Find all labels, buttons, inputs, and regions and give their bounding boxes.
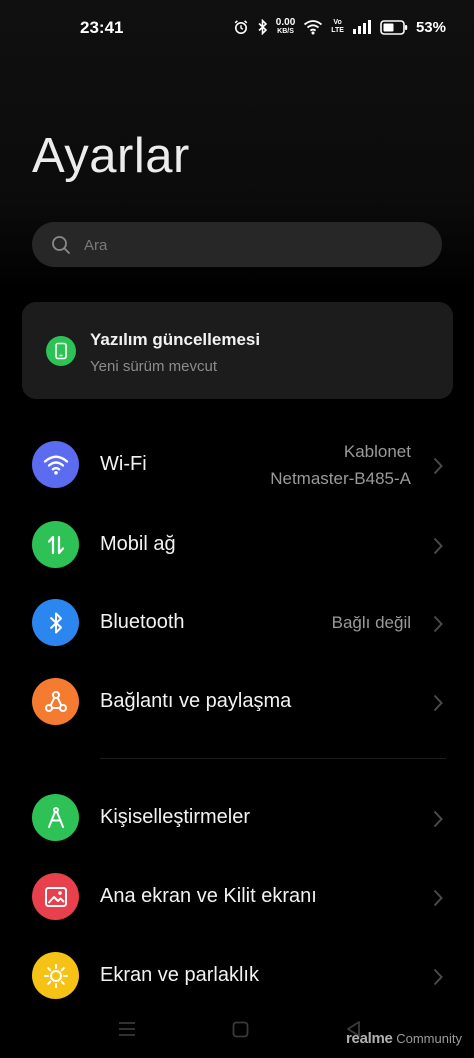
settings-item-label: Bluetooth <box>100 611 185 633</box>
volte-indicator: Vo LTE <box>331 19 344 35</box>
chevron-right-icon <box>433 810 443 828</box>
status-icons: 0.00 KB/S Vo LTE 53% <box>233 15 446 39</box>
settings-item-label: Bağlantı ve paylaşma <box>100 690 292 712</box>
status-bar: 23:41 0.00 KB/S Vo LTE 53% <box>0 0 474 56</box>
status-time: 23:41 <box>80 18 124 37</box>
settings-item-label: Ekran ve parlaklık <box>100 964 259 986</box>
bluetooth-icon <box>32 599 79 646</box>
battery-icon <box>380 19 408 35</box>
chevron-right-icon <box>433 615 443 633</box>
net-speed-value: 0.00 <box>275 17 296 28</box>
watermark-brand: realme <box>346 1030 393 1047</box>
chevron-right-icon <box>433 694 443 712</box>
settings-item-connection-sharing[interactable]: Bağlantı ve paylaşma <box>0 672 474 732</box>
personalization-icon <box>32 794 79 841</box>
settings-item-label: Wi-Fi <box>100 453 147 475</box>
settings-item-wifi[interactable]: Wi-Fi Kablonet Netmaster-B485-A <box>0 435 474 495</box>
battery-percent: 53% <box>415 18 446 36</box>
volte-top-label: Vo <box>333 19 342 26</box>
home-nav-icon[interactable] <box>232 1021 249 1038</box>
settings-item-home-lock-screen[interactable]: Ana ekran ve Kilit ekranı <box>0 867 474 927</box>
settings-item-personalization[interactable]: Kişiselleştirmeler <box>0 788 474 848</box>
chevron-right-icon <box>433 537 443 555</box>
software-update-card[interactable]: Yazılım güncellemesi Yeni sürüm mevcut <box>22 302 453 399</box>
mobile-data-icon <box>32 521 79 568</box>
volte-bottom-label: LTE <box>331 27 344 34</box>
search-bar[interactable] <box>32 222 442 269</box>
share-icon <box>32 678 79 725</box>
wifi-provider: Kablonet <box>343 442 411 461</box>
settings-item-display-brightness[interactable]: Ekran ve parlaklık <box>0 946 474 1006</box>
bluetooth-status-icon <box>257 19 268 35</box>
search-input[interactable] <box>82 222 426 269</box>
watermark: realme Community <box>346 1030 462 1047</box>
signal-icon <box>352 19 372 35</box>
alarm-icon <box>233 19 249 35</box>
settings-item-label: Ana ekran ve Kilit ekranı <box>100 885 317 907</box>
settings-item-mobile-network[interactable]: Mobil ağ <box>0 515 474 575</box>
update-subtitle: Yeni sürüm mevcut <box>90 358 218 375</box>
menu-nav-icon[interactable] <box>118 1021 136 1037</box>
net-speed-unit: KB/S <box>277 28 294 35</box>
net-speed-indicator: 0.00 KB/S <box>276 18 295 36</box>
brightness-icon <box>32 952 79 999</box>
page-title: Ayarlar <box>32 129 190 183</box>
settings-item-bluetooth[interactable]: Bluetooth Bağlı değil <box>0 593 474 653</box>
wifi-icon <box>32 441 79 488</box>
chevron-right-icon <box>433 889 443 907</box>
chevron-right-icon <box>433 968 443 986</box>
section-divider <box>100 758 446 759</box>
wifi-network-name: Netmaster-B485-A <box>270 469 411 488</box>
wallpaper-icon <box>32 873 79 920</box>
wifi-status-icon <box>303 19 323 35</box>
bluetooth-status: Bağlı değil <box>331 613 411 632</box>
chevron-right-icon <box>433 457 443 475</box>
update-title: Yazılım güncellemesi <box>90 330 261 349</box>
phone-update-icon <box>46 336 76 366</box>
settings-item-label: Mobil ağ <box>100 533 176 555</box>
watermark-suffix: Community <box>396 1031 462 1046</box>
settings-item-label: Kişiselleştirmeler <box>100 806 251 828</box>
